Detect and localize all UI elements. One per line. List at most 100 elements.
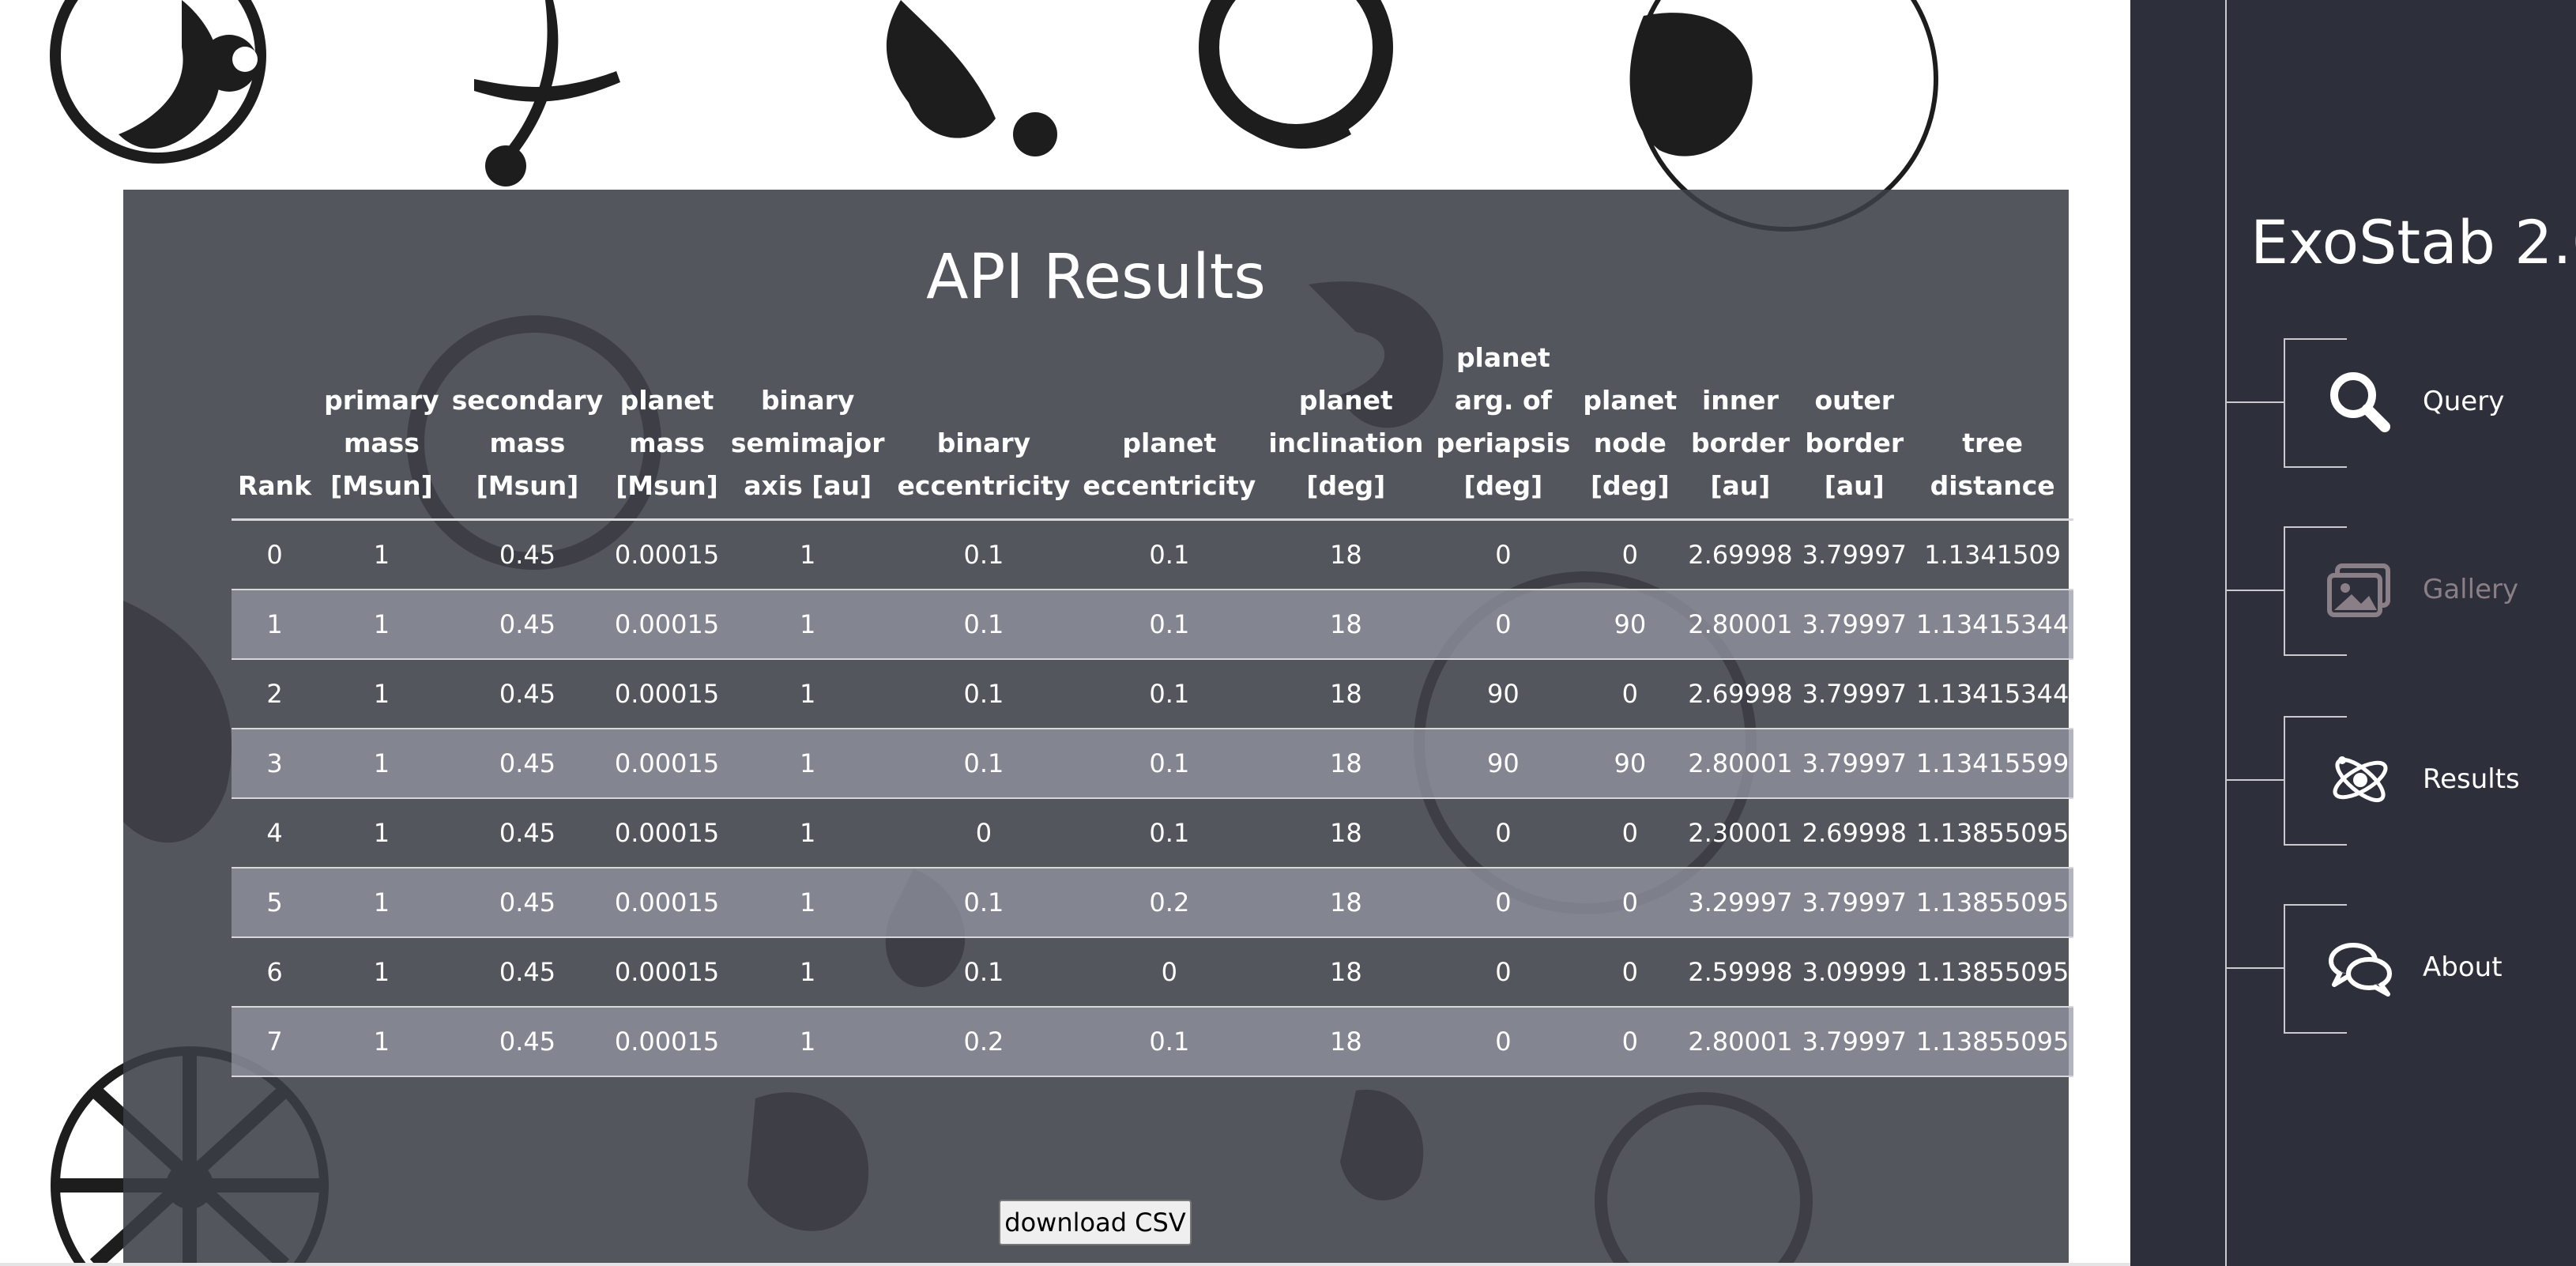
search-icon: [2325, 367, 2396, 438]
nav-item-query[interactable]: Query: [2225, 338, 2576, 468]
table-cell: 1: [724, 1006, 891, 1077]
column-header-line: periapsis: [1436, 428, 1571, 458]
column-header: binary eccentricity: [891, 337, 1077, 521]
nav-connector: [2225, 967, 2284, 969]
column-header-line: border: [1691, 428, 1790, 458]
column-header-line: node: [1593, 428, 1666, 458]
column-header-line: tree: [1962, 428, 2024, 458]
column-header-line: planet: [1122, 428, 1217, 458]
table-cell: 0: [1576, 797, 1684, 868]
table-cell: 0: [232, 519, 318, 590]
table-cell: 0.45: [445, 936, 610, 1008]
column-header: secondary mass [Msun]: [445, 337, 610, 521]
table-cell: 3: [232, 728, 318, 799]
table-cell: 0: [1576, 867, 1684, 938]
table-cell: 18: [1262, 589, 1430, 660]
column-header: Rank: [232, 337, 318, 521]
table-cell: 0.2: [891, 1006, 1077, 1077]
table-cell: 0.1: [1076, 1006, 1263, 1077]
table-cell: 0.00015: [609, 867, 725, 938]
table-cell: 2.69998: [1797, 797, 1911, 868]
table-cell: 18: [1262, 867, 1430, 938]
column-header: inner border [au]: [1683, 337, 1798, 521]
table-cell: 2.80001: [1683, 1006, 1798, 1077]
table-cell: 1.13415344: [1911, 589, 2074, 660]
column-header-line: distance: [1930, 470, 2055, 501]
table-cell: 0: [1076, 936, 1263, 1008]
table-cell: 1.13855095: [1911, 1006, 2074, 1077]
table-cell: 1: [318, 589, 446, 660]
table-cell: 2.59998: [1683, 936, 1798, 1008]
results-panel: API Results Rank primary mass [Msun] seconda…: [123, 190, 2074, 1266]
download-csv-button[interactable]: download CSV: [999, 1200, 1192, 1245]
nav-connector: [2225, 779, 2284, 781]
table-row: 7 1 0.45 0.00015 1 0.2 0.1 18 0 0 2.80001 3.79997 1.…: [232, 1006, 2074, 1077]
table-cell: 0.1: [1076, 797, 1263, 868]
nav-item-results[interactable]: Results: [2225, 716, 2576, 846]
column-header-line: axis [au]: [744, 470, 872, 501]
column-header: binary semimajor axis [au]: [724, 337, 891, 521]
nav-item-about[interactable]: About: [2225, 904, 2576, 1034]
table-cell: 18: [1262, 519, 1430, 590]
table-cell: 0: [1429, 589, 1577, 660]
table-cell: 18: [1262, 658, 1430, 729]
table-row: 4 1 0.45 0.00015 1 0 0.1 18 0 0 2.30001 2.69998 1.13…: [232, 797, 2074, 868]
table-cell: 0.1: [891, 936, 1077, 1008]
table-cell: 0.00015: [609, 1006, 725, 1077]
table-cell: 0.00015: [609, 936, 725, 1008]
table-row: 1 1 0.45 0.00015 1 0.1 0.1 18 0 90 2.80001 3.79997 1…: [232, 589, 2074, 660]
table-cell: 3.79997: [1797, 1006, 1911, 1077]
column-header-line: mass: [629, 428, 706, 458]
table-cell: 0.45: [445, 1006, 610, 1077]
column-header-line: secondary: [451, 385, 604, 416]
column-header: planet mass [Msun]: [609, 337, 725, 521]
table-cell: 2.80001: [1683, 589, 1798, 660]
nav-label-about: About: [2423, 951, 2503, 983]
table-cell: 1.13415599: [1911, 728, 2074, 799]
table-cell: 1: [318, 867, 446, 938]
table-cell: 3.79997: [1797, 589, 1911, 660]
sidebar: ExoStab 2.0 Query Gallery Results About: [2130, 0, 2576, 1266]
table-row: 0 1 0.45 0.00015 1 0.1 0.1 18 0 0 2.69998 3.79997 1.…: [232, 519, 2074, 590]
column-header-line: [au]: [1710, 470, 1771, 501]
column-header-line: [Msun]: [476, 470, 579, 501]
table-cell: 0.00015: [609, 589, 725, 660]
column-header-line: arg. of: [1454, 385, 1552, 416]
table-cell: 90: [1429, 728, 1577, 799]
column-header-line: [deg]: [1463, 470, 1543, 501]
column-header-line: [deg]: [1306, 470, 1386, 501]
column-header-line: primary: [324, 385, 439, 416]
table-cell: 3.09999: [1797, 936, 1911, 1008]
table-cell: 0.45: [445, 519, 610, 590]
column-header: outer border [au]: [1797, 337, 1911, 521]
table-cell: 1.13855095: [1911, 797, 2074, 868]
table-cell: 1: [724, 519, 891, 590]
table-cell: 1: [318, 728, 446, 799]
table-cell: 0.00015: [609, 658, 725, 729]
nav-item-gallery[interactable]: Gallery: [2225, 526, 2576, 656]
nav-connector: [2225, 590, 2284, 591]
column-header: planet inclination [deg]: [1262, 337, 1430, 521]
table-cell: 0: [891, 797, 1077, 868]
table-cell: 0.00015: [609, 728, 725, 799]
nav-label-query: Query: [2423, 386, 2505, 417]
column-header-line: inner: [1701, 385, 1779, 416]
table-cell: 1: [318, 519, 446, 590]
table-cell: 18: [1262, 1006, 1430, 1077]
table-cell: 1: [232, 589, 318, 660]
table-cell: 1: [724, 728, 891, 799]
table-cell: 0.45: [445, 867, 610, 938]
table-cell: 90: [1429, 658, 1577, 729]
results-table: Rank primary mass [Msun] secondary mass [Msun]…: [232, 337, 2074, 1077]
table-cell: 0.45: [445, 589, 610, 660]
table-cell: 0.1: [891, 728, 1077, 799]
table-cell: 0.45: [445, 797, 610, 868]
table-cell: 0.1: [1076, 589, 1263, 660]
column-header-line: semimajor: [730, 428, 885, 458]
table-body: 0 1 0.45 0.00015 1 0.1 0.1 18 0 0 2.69998 3.79997 1.…: [232, 519, 2074, 1077]
table-cell: 0: [1576, 519, 1684, 590]
column-header-line: [deg]: [1590, 470, 1670, 501]
nav-connector: [2225, 401, 2284, 403]
column-header: planet node [deg]: [1576, 337, 1684, 521]
table-cell: 0.1: [1076, 728, 1263, 799]
